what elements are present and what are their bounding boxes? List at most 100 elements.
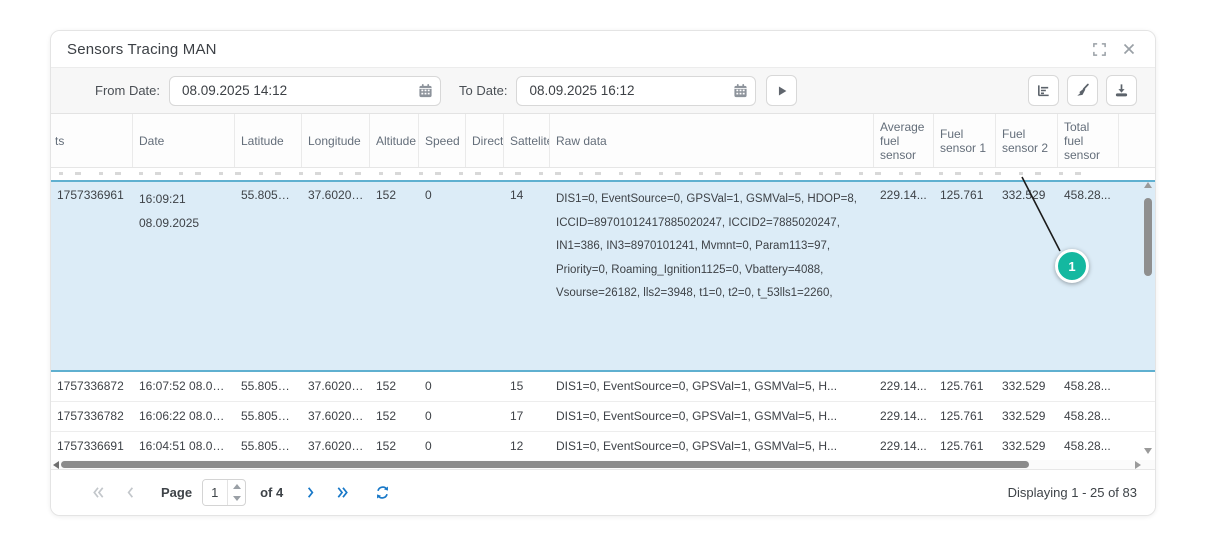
cell-fuel-sensor-1: 125.761 bbox=[934, 402, 996, 431]
vertical-scrollbar[interactable] bbox=[1141, 172, 1154, 458]
scroll-up-arrow-icon[interactable] bbox=[1144, 182, 1152, 188]
cell-average-fuel: 229.14... bbox=[874, 372, 934, 401]
displaying-status: Displaying 1 - 25 of 83 bbox=[1008, 485, 1137, 500]
cell-satellites: 14 bbox=[504, 182, 550, 370]
column-header-date[interactable]: Date bbox=[133, 114, 235, 167]
cell-speed: 0 bbox=[419, 182, 466, 370]
cell-satellites: 15 bbox=[504, 372, 550, 401]
cell-raw-data: DIS1=0, EventSource=0, GPSVal=1, GSMVal=… bbox=[550, 402, 874, 431]
run-query-button[interactable] bbox=[766, 75, 797, 106]
filter-toolbar: From Date: To Date: bbox=[51, 67, 1155, 114]
cell-longitude: 37.602020 bbox=[302, 182, 370, 370]
cell-total-fuel: 458.28... bbox=[1058, 432, 1119, 460]
cell-fuel-sensor-1: 125.761 bbox=[934, 432, 996, 460]
cell-fuel-sensor-2: 332.529 bbox=[996, 372, 1058, 401]
cell-total-fuel: 458.28... bbox=[1058, 402, 1119, 431]
cell-raw-data: DIS1=0, EventSource=0, GPSVal=1, GSMVal=… bbox=[550, 182, 874, 370]
sensors-tracing-window: Sensors Tracing MAN From Date: To Date: bbox=[50, 30, 1156, 516]
stepper-up-icon[interactable] bbox=[228, 480, 245, 493]
prev-page-button[interactable] bbox=[117, 480, 143, 506]
cell-ts: 1757336872 bbox=[51, 372, 133, 401]
page-number-stepper[interactable] bbox=[227, 480, 245, 505]
cell-ts: 1757336691 bbox=[51, 432, 133, 460]
scroll-down-arrow-icon[interactable] bbox=[1144, 448, 1152, 454]
from-date-label: From Date: bbox=[95, 83, 160, 98]
cell-longitude: 37.602020 bbox=[302, 432, 370, 460]
cell-date: 16:06:22 08.09.2... bbox=[133, 402, 235, 431]
to-date-field[interactable] bbox=[516, 76, 756, 106]
last-page-button[interactable] bbox=[329, 480, 355, 506]
table-row[interactable]: 1757336872 16:07:52 08.09.2... 55.805330… bbox=[51, 372, 1155, 402]
scroll-left-arrow-icon[interactable] bbox=[53, 461, 59, 469]
grid: ts Date Latitude Longitude Altitude Spee… bbox=[51, 114, 1155, 460]
paging-toolbar: Page of 4 Displaying 1 - 25 of 83 bbox=[51, 469, 1155, 515]
column-header-longitude[interactable]: Longitude bbox=[302, 114, 370, 167]
column-header-satellites[interactable]: Sattelites bbox=[504, 114, 550, 167]
cell-direction bbox=[466, 372, 504, 401]
cell-speed: 0 bbox=[419, 432, 466, 460]
column-header-altitude[interactable]: Altitude bbox=[370, 114, 419, 167]
column-header-speed[interactable]: Speed bbox=[419, 114, 466, 167]
column-header-direction[interactable]: Direction bbox=[466, 114, 504, 167]
table-row[interactable]: 1757336782 16:06:22 08.09.2... 55.805330… bbox=[51, 402, 1155, 432]
clipped-row bbox=[51, 168, 1155, 180]
first-page-button[interactable] bbox=[85, 480, 111, 506]
from-date-input[interactable] bbox=[170, 83, 410, 98]
download-icon bbox=[1114, 83, 1129, 98]
expand-icon[interactable] bbox=[1087, 37, 1111, 61]
calendar-icon[interactable] bbox=[725, 83, 755, 98]
cell-average-fuel: 229.14... bbox=[874, 402, 934, 431]
broom-icon bbox=[1075, 83, 1090, 98]
page-total-label: of 4 bbox=[260, 485, 283, 500]
cell-longitude: 37.602020 bbox=[302, 402, 370, 431]
cell-fuel-sensor-2: 332.529 bbox=[996, 402, 1058, 431]
cell-satellites: 12 bbox=[504, 432, 550, 460]
cell-altitude: 152 bbox=[370, 432, 419, 460]
cell-ts: 1757336961 bbox=[51, 182, 133, 370]
chart-view-button[interactable] bbox=[1028, 75, 1059, 106]
refresh-button[interactable] bbox=[369, 480, 395, 506]
table-row[interactable]: 1757336691 16:04:51 08.09.2... 55.805330… bbox=[51, 432, 1155, 460]
cell-fuel-sensor-2: 332.529 bbox=[996, 432, 1058, 460]
scroll-right-arrow-icon[interactable] bbox=[1135, 461, 1141, 469]
play-icon bbox=[775, 84, 789, 98]
bar-chart-icon bbox=[1036, 83, 1051, 98]
column-header-fuel-sensor-1[interactable]: Fuel sensor 1 bbox=[934, 114, 996, 167]
clear-button[interactable] bbox=[1067, 75, 1098, 106]
column-header-total-fuel[interactable]: Total fuel sensor bbox=[1058, 114, 1119, 167]
column-header-latitude[interactable]: Latitude bbox=[235, 114, 302, 167]
cell-direction bbox=[466, 402, 504, 431]
column-header-fuel-sensor-2[interactable]: Fuel sensor 2 bbox=[996, 114, 1058, 167]
to-date-input[interactable] bbox=[517, 83, 725, 98]
page-number-field[interactable] bbox=[202, 479, 246, 506]
cell-altitude: 152 bbox=[370, 402, 419, 431]
cell-fuel-sensor-2: 332.529 bbox=[996, 182, 1058, 370]
window-titlebar: Sensors Tracing MAN bbox=[51, 31, 1155, 67]
calendar-icon[interactable] bbox=[410, 83, 440, 98]
export-button[interactable] bbox=[1106, 75, 1137, 106]
page-label: Page bbox=[161, 485, 192, 500]
window-title: Sensors Tracing MAN bbox=[67, 41, 217, 58]
stepper-down-icon[interactable] bbox=[228, 493, 245, 506]
horizontal-scrollbar[interactable] bbox=[51, 460, 1155, 469]
column-header-average-fuel[interactable]: Average fuel sensor bbox=[874, 114, 934, 167]
cell-altitude: 152 bbox=[370, 372, 419, 401]
next-page-button[interactable] bbox=[297, 480, 323, 506]
to-date-label: To Date: bbox=[459, 83, 507, 98]
cell-latitude: 55.805330 bbox=[235, 372, 302, 401]
cell-fuel-sensor-1: 125.761 bbox=[934, 372, 996, 401]
vertical-scrollbar-thumb[interactable] bbox=[1144, 198, 1152, 276]
column-header-ts[interactable]: ts bbox=[51, 114, 133, 167]
column-header-raw-data[interactable]: Raw data bbox=[550, 114, 874, 167]
cell-altitude: 152 bbox=[370, 182, 419, 370]
cell-date: 16:09:21 08.09.2025 bbox=[133, 182, 235, 370]
grid-header: ts Date Latitude Longitude Altitude Spee… bbox=[51, 114, 1155, 168]
horizontal-scrollbar-thumb[interactable] bbox=[61, 461, 1029, 468]
from-date-field[interactable] bbox=[169, 76, 441, 106]
table-row-selected[interactable]: 1757336961 16:09:21 08.09.2025 55.805330… bbox=[51, 180, 1155, 372]
close-icon[interactable] bbox=[1117, 37, 1141, 61]
cell-speed: 0 bbox=[419, 402, 466, 431]
page-number-input[interactable] bbox=[203, 480, 227, 505]
cell-raw-data: DIS1=0, EventSource=0, GPSVal=1, GSMVal=… bbox=[550, 432, 874, 460]
cell-raw-data: DIS1=0, EventSource=0, GPSVal=1, GSMVal=… bbox=[550, 372, 874, 401]
